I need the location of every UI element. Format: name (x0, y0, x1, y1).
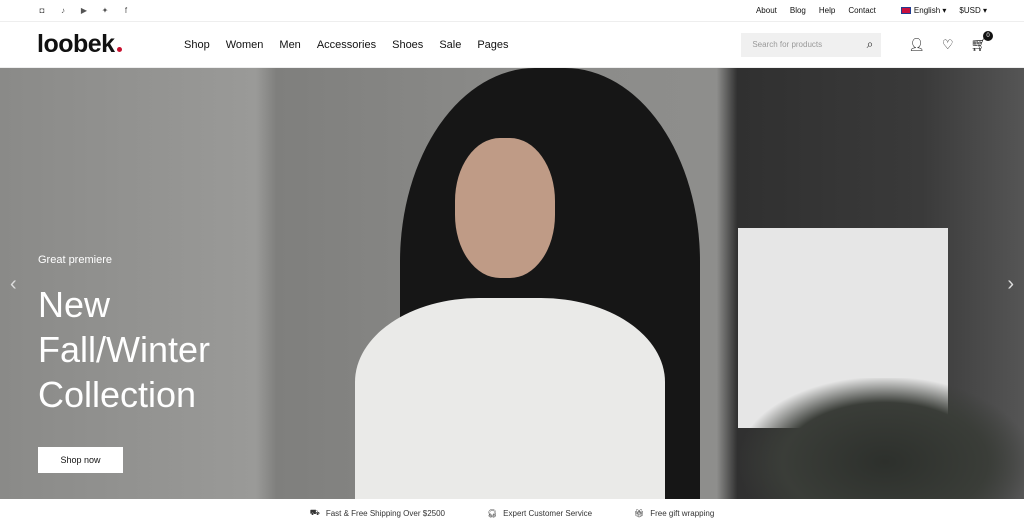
logo[interactable]: loobek (37, 30, 184, 59)
about-link[interactable]: About (756, 6, 777, 15)
nav-sale[interactable]: Sale (439, 39, 461, 51)
nav-accessories[interactable]: Accessories (317, 39, 376, 51)
instagram-icon[interactable]: ◘ (37, 6, 47, 16)
facebook-icon[interactable]: f (121, 6, 131, 16)
features-bar: ⛟ Fast & Free Shipping Over $2500 🎧︎ Exper… (309, 508, 715, 518)
hero-image-plants (740, 378, 1024, 499)
nav-pages[interactable]: Pages (477, 39, 508, 51)
nav-men[interactable]: Men (279, 39, 300, 51)
nav-shoes[interactable]: Shoes (392, 39, 423, 51)
hero-pretitle: Great premiere (38, 254, 112, 266)
headset-icon: 🎧︎ (487, 508, 498, 518)
hero-image-face (455, 138, 555, 278)
search-input[interactable]: Search for products ⌕ (741, 32, 882, 57)
contact-link[interactable]: Contact (848, 6, 876, 15)
hero-title: New Fall/Winter Collection (38, 284, 211, 415)
prev-slide-arrow-icon[interactable]: ‹ (10, 273, 17, 296)
top-bar: ◘ ♪ ▶ ✦ f About Blog Help Contact Englis… (0, 0, 1024, 22)
language-selector[interactable]: English ▾ (900, 6, 946, 15)
currency-selector[interactable]: $USD ▾ (959, 6, 987, 15)
wishlist-icon[interactable]: ♡ (942, 37, 954, 53)
shipping-truck-icon: ⛟ (309, 508, 320, 517)
social-links: ◘ ♪ ▶ ✦ f (37, 6, 131, 16)
account-icon[interactable]: 👤︎ (908, 37, 925, 53)
main-header: loobek Shop Women Men Accessories Shoes … (0, 22, 1024, 68)
hero-banner: ‹ › Great premiere New Fall/Winter Colle… (0, 68, 1024, 499)
help-link[interactable]: Help (819, 6, 835, 15)
next-slide-arrow-icon[interactable]: › (1007, 273, 1014, 296)
tiktok-icon[interactable]: ♪ (58, 6, 68, 16)
twitter-icon[interactable]: ✦ (100, 6, 110, 16)
cart-icon[interactable]: 🛒︎ 0 (970, 30, 993, 53)
logo-dot (116, 47, 122, 52)
shop-now-button[interactable]: Shop now (38, 447, 123, 473)
search-icon[interactable]: ⌕ (867, 37, 874, 52)
nav-women[interactable]: Women (226, 39, 264, 51)
nav-shop[interactable]: Shop (184, 39, 210, 51)
youtube-icon[interactable]: ▶ (79, 6, 89, 16)
hero-image-coat (355, 298, 665, 499)
cart-count-badge: 0 (983, 30, 993, 41)
main-nav: Shop Women Men Accessories Shoes Sale Pa… (184, 39, 509, 51)
blog-link[interactable]: Blog (790, 6, 806, 15)
gift-icon: 🎁︎ (634, 508, 645, 518)
uk-flag-icon (900, 7, 911, 15)
